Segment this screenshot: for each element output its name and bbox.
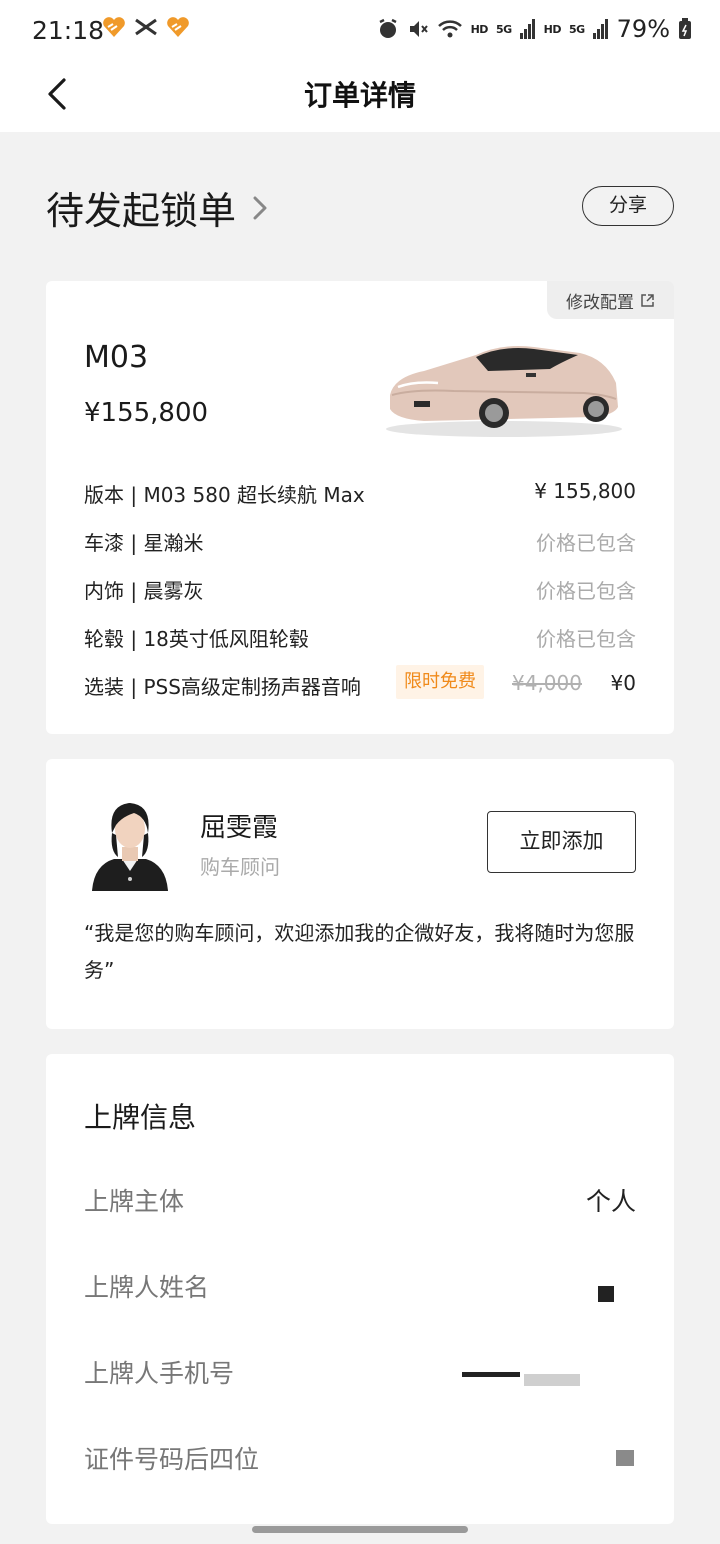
order-status-link[interactable]: 待发起锁单 (46, 180, 272, 235)
final-price: ¥0 (610, 671, 636, 695)
chevron-right-icon (253, 196, 267, 219)
spec-value: 价格已包含 (536, 531, 636, 555)
network-label-1: 5G (495, 22, 512, 36)
redacted-name (598, 1286, 614, 1302)
spec-row-version: 版本 | M03 580 超长续航 Max ¥ 155,800 (84, 479, 636, 509)
plate-label: 上牌人手机号 (84, 1359, 235, 1388)
modify-config-label: 修改配置 (566, 292, 634, 313)
page-title: 订单详情 (303, 79, 416, 112)
spec-value: 价格已包含 (536, 627, 636, 651)
car-model-name: M03 (84, 340, 149, 375)
car-image (386, 346, 622, 437)
free-promo-badge: 限时免费 (396, 665, 484, 699)
advisor-avatar (92, 803, 168, 891)
car-model-price: ¥155,800 (84, 398, 209, 428)
plate-info-card: 上牌信息 上牌主体 个人 上牌人姓名 上牌人手机号 证件号码后四位 (46, 1054, 674, 1524)
signal-icon-1 (519, 19, 535, 39)
status-bar: 21:18 HD 5G HD 5G 79% (0, 0, 720, 62)
plate-value: 个人 (585, 1187, 636, 1216)
alarm-icon (379, 18, 397, 38)
advisor-quote: “我是您的购车顾问，欢迎添加我的企微好友，我将随时为您服务” (84, 921, 635, 982)
spec-label: 内饰 | 晨雾灰 (84, 579, 204, 603)
spec-label: 版本 | M03 580 超长续航 Max (84, 483, 365, 507)
car-config-card: 修改配置 M03 ¥155,800 版本 | M03 580 超长续航 Max … (46, 281, 674, 734)
network-label-2: 5G (568, 22, 585, 36)
spec-label: 车漆 | 星瀚米 (84, 531, 204, 555)
plate-row-name: 上牌人姓名 (84, 1268, 636, 1302)
spec-value: 价格已包含 (536, 579, 636, 603)
status-time: 21:18 (32, 16, 105, 45)
spec-label: 选装 | PSS高级定制扬声器音响 (84, 675, 361, 699)
advisor-name: 屈雯霞 (200, 813, 279, 843)
advisor-card: 屈雯霞 购车顾问 立即添加 “我是您的购车顾问，欢迎添加我的企微好友，我将随时为… (46, 759, 674, 1029)
plate-row-subject: 上牌主体 个人 (84, 1182, 636, 1216)
spec-label: 轮毂 | 18英寸低风阻轮毂 (84, 627, 309, 651)
share-button[interactable]: 分享 (582, 186, 674, 226)
battery-percent: 79% (616, 15, 670, 43)
app-heart-icon-2 (167, 17, 189, 37)
plate-row-phone: 上牌人手机号 (84, 1354, 636, 1388)
redacted-phone (524, 1374, 580, 1386)
advisor-role: 购车顾问 (200, 855, 280, 879)
plate-label: 证件号码后四位 (84, 1445, 260, 1474)
add-advisor-button[interactable]: 立即添加 (487, 811, 636, 873)
modify-config-button[interactable]: 修改配置 (547, 281, 674, 319)
spec-value: ¥ 155,800 (534, 479, 636, 503)
signal-icon-2 (592, 19, 608, 39)
spec-row-paint: 车漆 | 星瀚米 价格已包含 (84, 527, 636, 557)
app-heart-icon (103, 17, 125, 37)
plate-label: 上牌主体 (84, 1187, 185, 1216)
plate-row-id: 证件号码后四位 (84, 1440, 636, 1474)
hd-label-1: HD (470, 22, 489, 36)
nav-bar: 订单详情 (0, 62, 720, 132)
mute-icon (409, 21, 428, 37)
spec-row-wheels: 轮毂 | 18英寸低风阻轮毂 价格已包含 (84, 623, 636, 653)
spec-row-option: 选装 | PSS高级定制扬声器音响 限时免费 ¥4,000 ¥0 (84, 665, 636, 701)
notification-icons (102, 16, 190, 38)
plate-label: 上牌人姓名 (84, 1273, 210, 1302)
scissors-icon (135, 18, 157, 36)
order-status-text: 待发起锁单 (46, 189, 237, 233)
redacted-id (616, 1450, 634, 1466)
redacted-phone-prefix (462, 1372, 520, 1377)
home-indicator[interactable] (252, 1526, 468, 1533)
wifi-icon (437, 20, 462, 38)
hd-label-2: HD (543, 22, 562, 36)
external-link-icon (641, 293, 654, 307)
original-price: ¥4,000 (512, 671, 582, 695)
system-icons: HD 5G HD 5G 79% (377, 15, 692, 43)
plate-info-title: 上牌信息 (84, 1101, 197, 1134)
battery-icon (679, 18, 691, 39)
spec-row-interior: 内饰 | 晨雾灰 价格已包含 (84, 575, 636, 605)
